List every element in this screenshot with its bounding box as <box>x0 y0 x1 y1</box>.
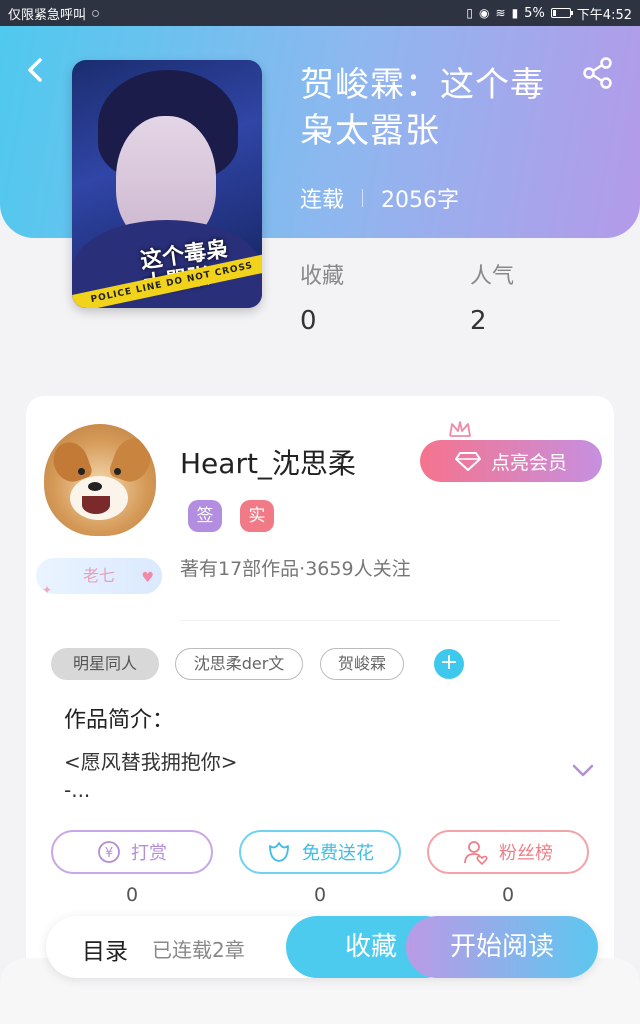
author-name[interactable]: Heart_沈思柔 <box>180 442 356 482</box>
svg-text:¥: ¥ <box>105 846 113 861</box>
share-icon[interactable] <box>582 56 614 90</box>
flower-count: 0 <box>313 884 327 906</box>
fans-icon <box>464 841 488 865</box>
fans-rank-button[interactable]: 粉丝榜 <box>427 830 589 874</box>
heart-icon: ♥ <box>141 570 154 586</box>
send-flower-button[interactable]: 免费送花 <box>239 830 401 874</box>
popularity-label: 人气 <box>470 264 515 289</box>
diamond-icon <box>454 452 481 471</box>
start-reading-button[interactable]: 开始阅读 <box>406 916 598 978</box>
flower-icon <box>269 842 289 862</box>
clock: 下午4:52 <box>576 7 632 23</box>
star-icon: ✦ <box>42 583 53 597</box>
chevron-down-icon[interactable] <box>570 760 596 780</box>
book-status-row: 连载 2056字 <box>300 182 459 214</box>
favorites-label: 收藏 <box>300 264 345 289</box>
popularity-value: 2 <box>470 306 487 336</box>
intro-text: <愿风替我拥抱你> -... <box>64 750 238 802</box>
vibrate-icon: ▯ <box>466 6 474 20</box>
favorites-value: 0 <box>300 306 317 336</box>
battery-icon <box>550 8 573 18</box>
tip-count: 0 <box>125 884 139 906</box>
back-arrow-icon[interactable] <box>22 56 50 84</box>
author-level-badge: ✦ 老七 ♥ <box>36 558 162 597</box>
chapter-count: 已连载2章 <box>152 938 245 962</box>
crown-icon <box>449 421 471 437</box>
carrier-text: 仅限紧急呼叫 <box>8 7 87 23</box>
favorites-stat: 收藏 0 <box>300 258 344 336</box>
tag-chip[interactable]: 沈思柔der文 <box>175 648 303 680</box>
book-title: 贺峻霖：这个毒枭太嚣张 <box>300 65 545 151</box>
wifi-icon: ≋ <box>495 6 506 20</box>
tag-chip[interactable]: 明星同人 <box>51 648 159 680</box>
yen-icon: ¥ <box>98 841 120 863</box>
toc-button[interactable]: 目录 <box>82 932 128 966</box>
add-tag-button[interactable]: + <box>434 649 464 679</box>
intro-label: 作品简介： <box>64 708 175 733</box>
word-count: 2056字 <box>381 188 460 213</box>
card-divider <box>180 620 560 621</box>
battery-percent: 5% <box>524 5 545 21</box>
status-bar: 仅限紧急呼叫 ▯ ◉ ≋ ▮ 5% 下午4:52 <box>0 0 640 26</box>
popularity-stat: 人气 2 <box>470 258 514 336</box>
serial-status: 连载 <box>300 188 345 213</box>
signed-badge: 签 <box>188 500 222 532</box>
tip-button[interactable]: ¥ 打赏 <box>51 830 213 874</box>
signal-icon: ▮ <box>511 6 519 20</box>
eye-icon: ◉ <box>479 6 490 20</box>
vip-button[interactable]: 点亮会员 <box>420 440 602 482</box>
avatar[interactable] <box>44 424 156 536</box>
verified-badge: 实 <box>240 500 274 532</box>
divider <box>362 189 364 207</box>
tag-chip[interactable]: 贺峻霖 <box>320 648 404 680</box>
notification-icon <box>92 9 100 17</box>
author-meta: 著有17部作品·3659人关注 <box>180 558 411 580</box>
book-cover[interactable]: 这个毒枭 太嚣张 POLICE LINE DO NOT CROSS <box>72 60 262 308</box>
fans-count: 0 <box>501 884 515 906</box>
